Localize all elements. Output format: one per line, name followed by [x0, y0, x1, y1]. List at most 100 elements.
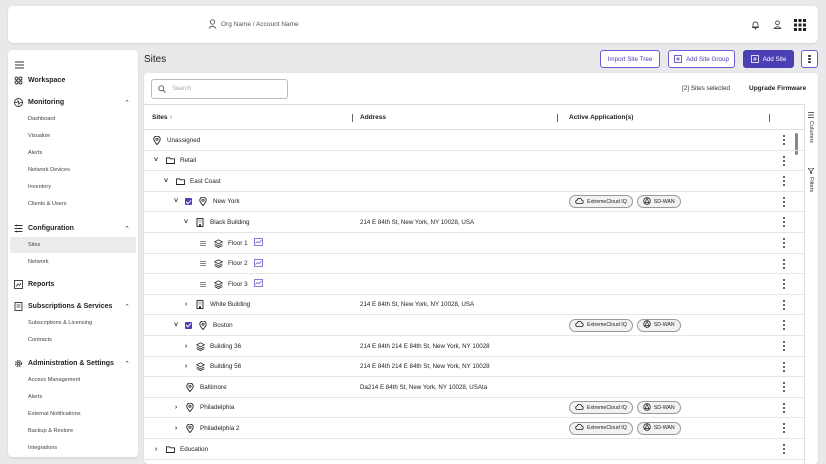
import-site-tree-button[interactable]: Import Site Tree [600, 50, 660, 68]
row-checkbox[interactable] [185, 321, 192, 329]
table-row[interactable]: ˅ Black Building 214 E 84th St, New York, … [144, 212, 804, 233]
sidebar-item-sites[interactable]: Sites [10, 237, 136, 253]
chevron-right-icon[interactable]: › [182, 343, 190, 350]
drag-handle-icon[interactable] [200, 261, 206, 267]
chevron-right-icon[interactable]: › [182, 301, 190, 308]
table-row[interactable]: Floor 3 [144, 274, 804, 295]
column-divider[interactable] [352, 114, 353, 122]
chevron-up-icon[interactable]: ⌃ [124, 225, 130, 233]
table-row[interactable]: ˅ Retail [144, 151, 804, 172]
row-more-vertical-icon[interactable] [781, 361, 787, 373]
app-pill-sd-wan[interactable]: SD-WAN [636, 401, 681, 415]
sidebar-section-configuration[interactable]: Configuration [14, 224, 74, 233]
table-row[interactable]: › Education [144, 439, 804, 460]
row-more-vertical-icon[interactable] [781, 258, 787, 270]
chevron-down-icon[interactable]: ˅ [152, 157, 160, 164]
row-more-vertical-icon[interactable] [781, 237, 787, 249]
app-grid-icon[interactable] [793, 18, 806, 31]
row-more-vertical-icon[interactable] [781, 443, 787, 455]
app-pill-sd-wan[interactable]: SD-WAN [636, 318, 681, 332]
sidebar-section-monitoring[interactable]: Monitoring [14, 98, 64, 107]
sidebar-item-backup-restore[interactable]: Backup & Restore [28, 428, 73, 434]
chevron-down-icon[interactable]: ˅ [162, 178, 170, 185]
sidebar-section-subscriptions[interactable]: Subscriptions & Services [14, 302, 112, 311]
add-site-group-button[interactable]: Add Site Group [668, 50, 735, 68]
chevron-up-icon[interactable]: ⌃ [124, 303, 130, 311]
row-more-vertical-icon[interactable] [781, 134, 787, 146]
table-row[interactable]: Floor 1 [144, 233, 804, 254]
row-more-vertical-icon[interactable] [781, 402, 787, 414]
table-row[interactable]: ˅ New York ExtremeCloud IQ SD-WAN [144, 192, 804, 213]
table-row[interactable]: ˅ East Coast [144, 171, 804, 192]
chevron-right-icon[interactable]: › [152, 446, 160, 453]
upgrade-firmware-button[interactable]: Upgrade Firmware [749, 85, 806, 92]
table-row[interactable]: Unassigned [144, 130, 804, 151]
column-divider[interactable] [557, 114, 558, 122]
sidebar-item-access-management[interactable]: Access Management [28, 377, 80, 383]
row-more-vertical-icon[interactable] [781, 216, 787, 228]
app-pill-extremecloud-iq[interactable]: ExtremeCloud IQ [569, 318, 633, 332]
table-row[interactable]: Floor 2 [144, 254, 804, 275]
table-row[interactable]: › Building 56 214 E 84th 214 E 84th St, Ne… [144, 357, 804, 378]
sidebar-section-administration[interactable]: Administration & Settings [14, 359, 114, 368]
sidebar-item-visualize[interactable]: Visualize [28, 133, 50, 139]
chevron-down-icon[interactable]: ˅ [172, 322, 180, 329]
chevron-down-icon[interactable]: ˅ [182, 219, 190, 226]
floor-plan-chart-icon[interactable] [253, 238, 263, 248]
drag-handle-icon[interactable] [200, 281, 206, 287]
sidebar-item-network-devices[interactable]: Network Devices [28, 167, 70, 173]
drag-handle-icon[interactable] [200, 240, 206, 246]
columns-tab[interactable]: Columns [808, 112, 814, 143]
sidebar-item-alerts[interactable]: Alerts [28, 150, 42, 156]
row-more-vertical-icon[interactable] [781, 340, 787, 352]
table-row[interactable]: ˅ Boston ExtremeCloud IQ SD-WAN [144, 315, 804, 336]
column-header-active-apps[interactable]: Active Application(s) [569, 114, 633, 121]
app-pill-extremecloud-iq[interactable]: ExtremeCloud IQ [569, 421, 633, 435]
add-site-button[interactable]: Add Site [743, 50, 794, 68]
chevron-up-icon[interactable]: ⌃ [124, 360, 130, 368]
bell-icon[interactable] [749, 18, 762, 31]
row-more-vertical-icon[interactable] [781, 299, 787, 311]
table-row[interactable]: › White Building 214 E 84th St, New York, … [144, 295, 804, 316]
chevron-down-icon[interactable]: ˅ [172, 198, 180, 205]
row-more-vertical-icon[interactable] [781, 155, 787, 167]
sidebar-item-admin-alerts[interactable]: Alerts [28, 394, 42, 400]
sidebar-item-dashboard[interactable]: Dashboard [28, 116, 55, 122]
menu-icon[interactable] [15, 56, 24, 74]
column-header-sites[interactable]: Sites ↑ [152, 114, 173, 121]
app-pill-sd-wan[interactable]: SD-WAN [636, 195, 681, 209]
chevron-up-icon[interactable]: ⌃ [124, 99, 130, 107]
sidebar-item-contracts[interactable]: Contracts [28, 337, 52, 343]
floor-plan-chart-icon[interactable] [253, 258, 263, 269]
row-more-vertical-icon[interactable] [781, 319, 787, 331]
more-actions-button[interactable] [801, 50, 818, 68]
row-more-vertical-icon[interactable] [781, 278, 787, 290]
sidebar-item-subscriptions-licensing[interactable]: Subscriptions & Licensing [28, 320, 92, 326]
sidebar-item-inventory[interactable]: Inventory [28, 184, 51, 190]
table-row[interactable]: › Philadelphia 2 ExtremeCloud IQ SD-WAN [144, 418, 804, 439]
table-row[interactable]: Baltimore Da214 E 84th St, New York, NY 1… [144, 377, 804, 398]
table-row[interactable]: › Philadelphia ExtremeCloud IQ SD-WAN [144, 398, 804, 419]
chevron-right-icon[interactable]: › [182, 363, 190, 370]
chevron-right-icon[interactable]: › [172, 425, 180, 432]
column-header-address[interactable]: Address [360, 114, 386, 121]
column-divider[interactable] [769, 114, 770, 122]
sidebar-item-external-notifications[interactable]: External Notifications [28, 411, 81, 417]
app-pill-sd-wan[interactable]: SD-WAN [636, 421, 681, 435]
sidebar-item-clients-users[interactable]: Clients & Users [28, 201, 67, 207]
search-input[interactable]: Search [151, 79, 288, 99]
filters-tab[interactable]: Filters [808, 168, 814, 192]
row-more-vertical-icon[interactable] [781, 381, 787, 393]
sidebar-section-reports[interactable]: Reports [14, 280, 54, 289]
app-pill-extremecloud-iq[interactable]: ExtremeCloud IQ [569, 401, 633, 415]
app-pill-extremecloud-iq[interactable]: ExtremeCloud IQ [569, 195, 633, 209]
sidebar-item-integrations[interactable]: Integrations [28, 445, 57, 451]
sidebar-section-workspace[interactable]: Workspace [14, 76, 65, 85]
row-checkbox[interactable] [185, 198, 192, 206]
row-more-vertical-icon[interactable] [781, 196, 787, 208]
floor-plan-chart-icon[interactable] [253, 279, 263, 289]
table-row[interactable]: › Building 36 214 E 84th 214 E 84th St, Ne… [144, 336, 804, 357]
org-account-selector[interactable]: Org Name / Account Name [208, 19, 299, 29]
row-more-vertical-icon[interactable] [781, 422, 787, 434]
chevron-right-icon[interactable]: › [172, 404, 180, 411]
